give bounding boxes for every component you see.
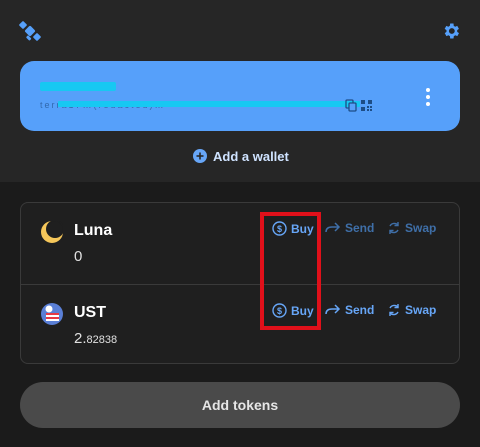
add-tokens-button[interactable]: Add tokens bbox=[20, 382, 460, 428]
send-button[interactable]: Send bbox=[325, 221, 374, 235]
wallet-name bbox=[40, 82, 116, 91]
add-wallet-button[interactable]: Add a wallet bbox=[193, 147, 289, 165]
qr-code-icon[interactable] bbox=[361, 100, 372, 111]
luna-moon-icon bbox=[41, 221, 63, 243]
send-arrow-icon bbox=[325, 222, 341, 233]
ust-globe-icon bbox=[41, 303, 63, 325]
swap-icon bbox=[389, 222, 399, 234]
send-button[interactable]: Send bbox=[325, 303, 374, 317]
highlight-box bbox=[260, 212, 321, 330]
swap-label: Swap bbox=[405, 221, 437, 235]
send-label: Send bbox=[345, 221, 375, 235]
token-row-ust[interactable]: UST 2.82838 $ Buy Send Swap bbox=[21, 285, 459, 365]
satellite-icon bbox=[19, 21, 41, 41]
token-row-luna[interactable]: Luna 0 $ Buy Send Swap bbox=[21, 203, 459, 283]
send-arrow-icon bbox=[325, 304, 341, 315]
token-balance: 2.82838 bbox=[74, 330, 117, 347]
copy-icon[interactable] bbox=[345, 99, 357, 112]
add-wallet-label: Add a wallet bbox=[213, 148, 289, 164]
token-balance-int: 2. bbox=[74, 330, 87, 347]
wallet-card[interactable]: terra17…(redacted)… bbox=[20, 61, 460, 131]
wallet-address-redaction bbox=[58, 101, 360, 107]
gear-icon[interactable] bbox=[441, 21, 461, 41]
swap-label: Swap bbox=[405, 303, 437, 317]
token-balance-decimals: 82838 bbox=[86, 334, 118, 346]
send-label: Send bbox=[345, 303, 375, 317]
swap-icon bbox=[389, 304, 399, 316]
token-list: Luna 0 $ Buy Send Swap UST 2.82838 $ Buy… bbox=[20, 202, 460, 364]
token-symbol: UST bbox=[74, 304, 106, 321]
token-symbol: Luna bbox=[74, 222, 113, 239]
swap-button[interactable]: Swap bbox=[387, 303, 436, 317]
more-vertical-icon[interactable] bbox=[423, 87, 433, 107]
token-balance-int: 0 bbox=[74, 248, 83, 265]
swap-button[interactable]: Swap bbox=[387, 221, 436, 235]
plus-circle-icon bbox=[193, 149, 207, 163]
token-balance: 0 bbox=[74, 248, 82, 265]
